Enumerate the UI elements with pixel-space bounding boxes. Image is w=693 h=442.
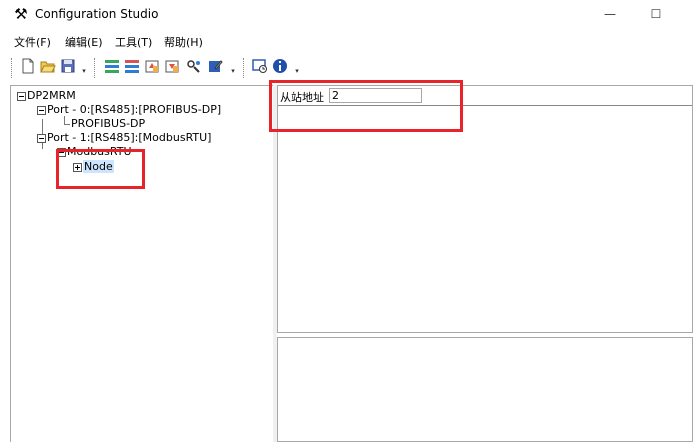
expand-icon[interactable] <box>73 162 82 172</box>
tree-node-node[interactable]: Node <box>73 160 114 174</box>
toolbar-grip[interactable] <box>11 58 14 78</box>
download-icon[interactable] <box>164 58 180 74</box>
upload-icon[interactable] <box>144 58 160 74</box>
tree-line-profibus <box>64 116 65 124</box>
collapse-icon[interactable] <box>17 91 26 101</box>
tree-node-profibus-dp[interactable]: PROFIBUS-DP <box>71 117 145 131</box>
menu-file[interactable]: 文件(F) <box>14 34 51 50</box>
tree-node-modbusrtu[interactable]: ModbusRTU <box>57 145 132 159</box>
new-file-icon[interactable] <box>20 58 36 74</box>
tree-node-port0[interactable]: Port - 0:[RS485]:[PROFIBUS-DP] <box>37 103 221 117</box>
slave-address-label: 从站地址 <box>280 91 324 104</box>
save-dropdown[interactable]: ▾ <box>80 66 88 76</box>
info-dropdown[interactable]: ▾ <box>293 66 301 76</box>
wrench-hammer-icon: ⚒ <box>14 5 28 23</box>
property-divider <box>278 105 692 106</box>
monitor-icon[interactable] <box>252 58 268 74</box>
toolbar-grip-3[interactable] <box>243 58 246 78</box>
menu-edit[interactable]: 编辑(E) <box>65 34 103 50</box>
property-panel: 从站地址 2 <box>277 85 693 333</box>
info-icon[interactable] <box>272 58 288 74</box>
menu-help[interactable]: 帮助(H) <box>164 34 203 50</box>
config-download-icon[interactable] <box>124 58 140 74</box>
collapse-icon[interactable] <box>57 147 66 157</box>
tree-node-root[interactable]: DP2MRM <box>17 89 76 103</box>
edit-icon[interactable] <box>207 58 223 74</box>
edit-dropdown[interactable]: ▾ <box>229 66 237 76</box>
collapse-icon[interactable] <box>37 133 46 143</box>
config-list-icon[interactable] <box>104 58 120 74</box>
open-folder-icon[interactable] <box>40 58 56 74</box>
title-bar: ⚒ Configuration Studio — ☐ <box>0 0 693 28</box>
menu-bar: 文件(F) 编辑(E) 工具(T) 帮助(H) <box>0 31 693 51</box>
save-icon[interactable] <box>60 58 76 74</box>
window-title: Configuration Studio <box>35 7 159 21</box>
toolbar: ▾ ▾ ▾ <box>0 55 693 81</box>
output-panel <box>277 337 693 442</box>
device-tree[interactable]: DP2MRM Port - 0:[RS485]:[PROFIBUS-DP] PR… <box>10 85 273 442</box>
toolbar-grip-2[interactable] <box>94 58 97 78</box>
tree-node-port1[interactable]: Port - 1:[RS485]:[ModbusRTU] <box>37 131 211 145</box>
maximize-button[interactable]: ☐ <box>636 4 676 24</box>
tree-hline-profibus <box>64 124 70 125</box>
minimize-button[interactable]: — <box>590 4 630 24</box>
slave-address-input[interactable]: 2 <box>329 88 422 103</box>
collapse-icon[interactable] <box>37 105 46 115</box>
settings-icon[interactable] <box>186 58 202 74</box>
app-window: ⚒ Configuration Studio — ☐ 文件(F) 编辑(E) 工… <box>0 0 693 442</box>
menu-tools[interactable]: 工具(T) <box>115 34 152 50</box>
